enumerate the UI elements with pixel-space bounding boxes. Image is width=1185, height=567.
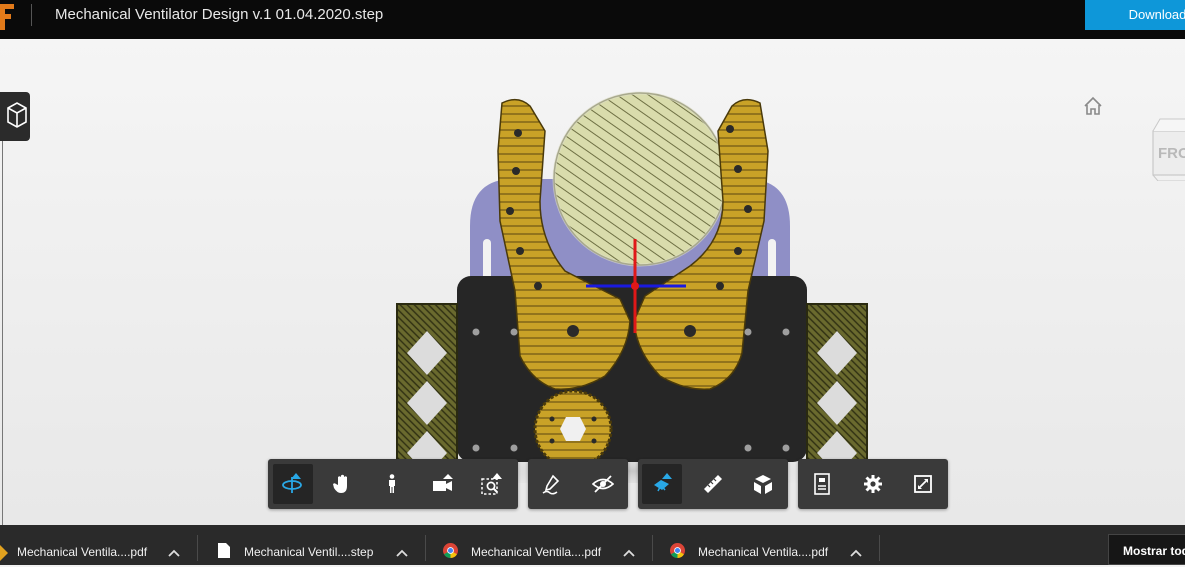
analysis-toolbar [638,459,788,509]
viewport-left-edge [2,139,11,525]
zoom-window-tool-button[interactable] [472,464,512,504]
markup-pen-icon [542,474,560,495]
settings-button[interactable] [853,464,893,504]
section-tool-button[interactable] [642,464,682,504]
explode-model-icon [754,475,772,494]
measure-tool-button[interactable] [693,464,733,504]
download-item-label: Mechanical Ventila....pdf [471,545,602,559]
download-separator [879,535,880,561]
downloads-bar: Mechanical Ventila....pdf Mechanical Ven… [0,525,1185,565]
download-item[interactable]: Mechanical Ventila....pdf [653,525,880,565]
ventilator-3d-model[interactable] [390,91,870,483]
pan-tool-button[interactable] [322,464,362,504]
show-all-downloads-button[interactable]: Mostrar todo [1108,534,1185,565]
properties-button[interactable] [802,464,842,504]
chevron-up-icon[interactable] [850,549,862,557]
chevron-up-icon[interactable] [623,549,635,557]
app-logo-icon [0,4,14,30]
model-viewport[interactable]: FRONT [0,39,1185,525]
fullscreen-button[interactable] [903,464,943,504]
cube-icon [7,102,27,128]
view-settings-toolbar [798,459,948,509]
hide-eye-icon [592,475,614,493]
download-item-label: Mechanical Ventil....step [244,545,374,559]
download-item[interactable]: Mechanical Ventil....step [198,525,425,565]
properties-icon [814,473,830,495]
download-item-label: Mechanical Ventila....pdf [698,545,829,559]
navigation-toolbar [268,459,518,509]
settings-gear-icon [864,475,882,493]
walk-person-icon [389,474,395,493]
section-plane-icon [654,473,672,492]
fullscreen-icon [914,475,932,493]
chevron-up-icon[interactable] [168,549,180,557]
title-separator [31,4,32,26]
walk-tool-button[interactable] [372,464,412,504]
camera-tool-button[interactable] [423,464,463,504]
hide-tool-button[interactable] [583,464,623,504]
pan-hand-icon [333,474,347,493]
pdf-file-icon [0,545,8,561]
explode-tool-button[interactable] [743,464,783,504]
zoom-window-icon [481,473,502,495]
measure-ruler-icon [704,475,722,493]
generic-file-icon [218,543,230,558]
download-item[interactable]: Mechanical Ventila....pdf [426,525,653,565]
download-item[interactable]: Mechanical Ventila....pdf [0,525,197,565]
top-bar: Mechanical Ventilator Design v.1 01.04.2… [0,0,1185,39]
camera-icon [433,474,453,491]
home-view-icon[interactable] [1082,95,1104,117]
download-item-label: Mechanical Ventila....pdf [17,545,148,559]
markup-toolbar [528,459,628,509]
model-browser-button[interactable] [0,92,30,141]
chrome-icon [443,543,458,558]
download-button[interactable]: Download [1085,0,1185,30]
chevron-up-icon[interactable] [396,549,408,557]
orbit-tool-button[interactable] [273,464,313,504]
view-cube-face-label: FRONT [1158,145,1185,162]
view-cube[interactable]: FRONT [1150,117,1185,181]
chrome-icon [670,543,685,558]
orbit-icon [282,473,302,493]
file-title: Mechanical Ventilator Design v.1 01.04.2… [55,6,384,23]
markup-tool-button[interactable] [532,464,572,504]
